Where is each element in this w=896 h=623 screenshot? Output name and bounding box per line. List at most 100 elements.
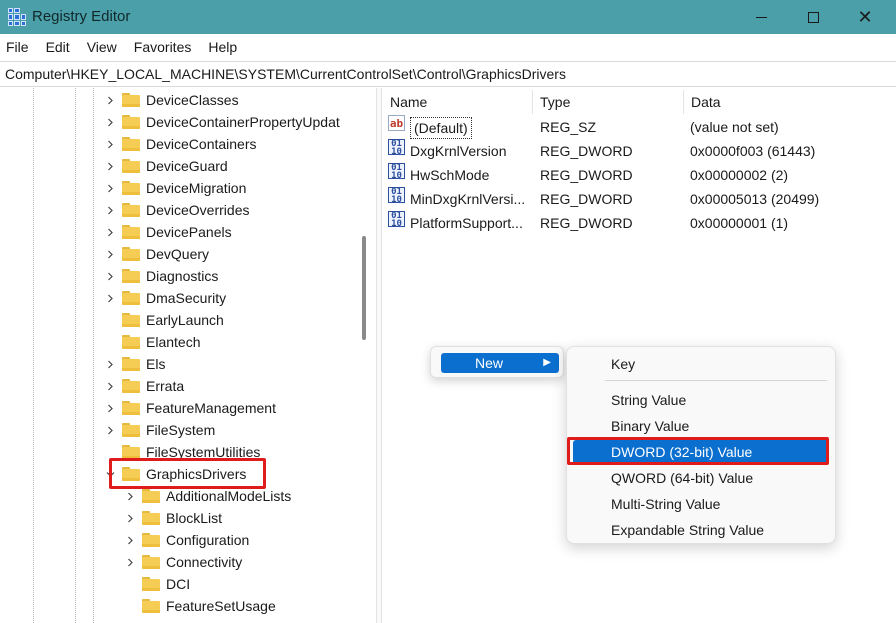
tree-item-label: FileSystem (146, 422, 216, 438)
minimize-button[interactable] (738, 0, 784, 34)
chevron-right-icon[interactable] (104, 358, 116, 370)
context-menu: New ▶ (430, 346, 564, 378)
tree-item-label: DeviceContainerPropertyUpdat (146, 114, 340, 130)
tree-item[interactable]: FeatureManagement (104, 397, 276, 419)
chevron-right-icon[interactable] (104, 138, 116, 150)
chevron-right-icon[interactable] (104, 424, 116, 436)
value-row[interactable]: 01 10 HwSchMode REG_DWORD 0x00000002 (2) (384, 163, 896, 187)
value-row[interactable]: 01 10 PlatformSupport... REG_DWORD 0x0000000… (384, 211, 896, 235)
tree-item[interactable]: DeviceMigration (104, 177, 246, 199)
tree-item-label: Els (146, 356, 166, 372)
folder-icon (122, 335, 140, 349)
tree-guide-line (75, 88, 76, 623)
value-row[interactable]: 01 10 MinDxgKrnlVersi... REG_DWORD 0x0000501… (384, 187, 896, 211)
tree-scrollbar[interactable] (358, 88, 370, 623)
chevron-right-icon[interactable] (104, 204, 116, 216)
maximize-button[interactable] (790, 0, 836, 34)
chevron-right-icon[interactable] (124, 490, 136, 502)
chevron-right-icon[interactable] (104, 402, 116, 414)
value-row[interactable]: ab (Default) REG_SZ (value not set) (384, 115, 896, 139)
close-icon: ✕ (857, 6, 873, 27)
tree-child-item[interactable]: BlockList (124, 507, 222, 529)
submenu-item-qword-value[interactable]: QWORD (64-bit) Value (573, 466, 829, 490)
chevron-right-icon[interactable] (104, 94, 116, 106)
tree-child-item[interactable]: Configuration (124, 529, 249, 551)
tree-child-item[interactable]: DCI (124, 573, 190, 595)
chevron-right-icon[interactable] (124, 534, 136, 546)
context-menu-new[interactable]: New ▶ (441, 353, 559, 373)
tree-item[interactable]: DeviceClasses (104, 89, 239, 111)
tree-item-label: BlockList (166, 510, 223, 526)
folder-icon (142, 511, 160, 525)
chevron-right-icon[interactable] (124, 512, 136, 524)
submenu-item-multi-string-value[interactable]: Multi-String Value (573, 492, 829, 516)
tree-item[interactable]: DevQuery (104, 243, 209, 265)
folder-icon (122, 445, 140, 459)
close-button[interactable]: ✕ (842, 0, 888, 34)
submenu-item-expandable-string-value[interactable]: Expandable String Value (573, 518, 829, 542)
address-bar[interactable]: Computer\HKEY_LOCAL_MACHINE\SYSTEM\Curre… (0, 61, 896, 87)
submenu-separator (605, 380, 827, 381)
value-type: REG_SZ (540, 119, 597, 135)
binary-value-icon: 01 10 (388, 187, 405, 205)
tree-item[interactable]: DeviceOverrides (104, 199, 249, 221)
tree-item[interactable]: Errata (104, 375, 184, 397)
menu-view[interactable]: View (87, 39, 117, 55)
tree-item[interactable]: EarlyLaunch (104, 309, 224, 331)
chevron-right-icon[interactable] (104, 226, 116, 238)
tree-item[interactable]: Els (104, 353, 165, 375)
tree-item[interactable]: Diagnostics (104, 265, 218, 287)
tree-item[interactable]: DevicePanels (104, 221, 232, 243)
minimize-icon (755, 16, 767, 18)
chevron-right-icon[interactable] (104, 182, 116, 194)
submenu-item-string-value[interactable]: String Value (573, 388, 829, 412)
tree-item-label: Connectivity (166, 554, 243, 570)
tree-item[interactable]: DmaSecurity (104, 287, 226, 309)
submenu-item-binary-value[interactable]: Binary Value (573, 414, 829, 438)
tree-item[interactable]: DeviceContainers (104, 133, 257, 155)
string-value-icon: ab (388, 115, 405, 131)
tree-item-label: DevicePanels (146, 224, 232, 240)
context-menu-new-label: New (475, 355, 504, 371)
value-data: 0x00000002 (2) (690, 167, 789, 183)
chevron-right-icon[interactable] (124, 556, 136, 568)
tree-guide-line (33, 88, 34, 623)
chevron-right-icon[interactable] (104, 160, 116, 172)
tree-child-item[interactable]: Connectivity (124, 551, 242, 573)
tree-item-label: Diagnostics (146, 268, 219, 284)
submenu-item-key[interactable]: Key (573, 352, 829, 376)
chevron-right-icon[interactable] (104, 292, 116, 304)
chevron-right-icon[interactable] (104, 270, 116, 282)
tree-item-label: FeatureSetUsage (166, 598, 276, 614)
tree-child-item[interactable]: FeatureSetUsage (124, 595, 276, 617)
tree-item[interactable]: FileSystem (104, 419, 215, 441)
tree-item-label: DeviceClasses (146, 92, 239, 108)
column-header-name[interactable]: Name (383, 90, 531, 114)
chevron-right-icon[interactable] (104, 116, 116, 128)
tree-scrollbar-thumb[interactable] (362, 236, 366, 340)
menu-help[interactable]: Help (208, 39, 237, 55)
chevron-right-icon[interactable] (104, 248, 116, 260)
chevron-right-icon[interactable] (104, 380, 116, 392)
tree-item-label: DeviceContainers (146, 136, 257, 152)
pane-splitter[interactable] (376, 88, 382, 623)
folder-icon (122, 357, 140, 371)
tree-item-label: DevQuery (146, 246, 210, 262)
folder-icon (142, 489, 160, 503)
menu-file[interactable]: File (6, 39, 29, 55)
column-header-type[interactable]: Type (533, 90, 683, 114)
folder-icon (142, 533, 160, 547)
value-name: PlatformSupport... (410, 215, 523, 231)
menu-favorites[interactable]: Favorites (134, 39, 192, 55)
registry-tree: DeviceClasses DeviceContainerPropertyUpda… (0, 88, 378, 623)
value-row[interactable]: 01 10 DxgKrnlVersion REG_DWORD 0x0000f003 (6… (384, 139, 896, 163)
tree-item[interactable]: Elantech (104, 331, 200, 353)
tree-item[interactable]: DeviceGuard (104, 155, 228, 177)
folder-icon (122, 181, 140, 195)
tree-item-label: DeviceOverrides (146, 202, 250, 218)
menu-edit[interactable]: Edit (46, 39, 70, 55)
tree-item[interactable]: DeviceContainerPropertyUpdat (104, 111, 340, 133)
title-bar: Registry Editor ✕ (0, 0, 896, 34)
tree-item-label: DmaSecurity (146, 290, 227, 306)
column-header-data[interactable]: Data (684, 90, 896, 114)
